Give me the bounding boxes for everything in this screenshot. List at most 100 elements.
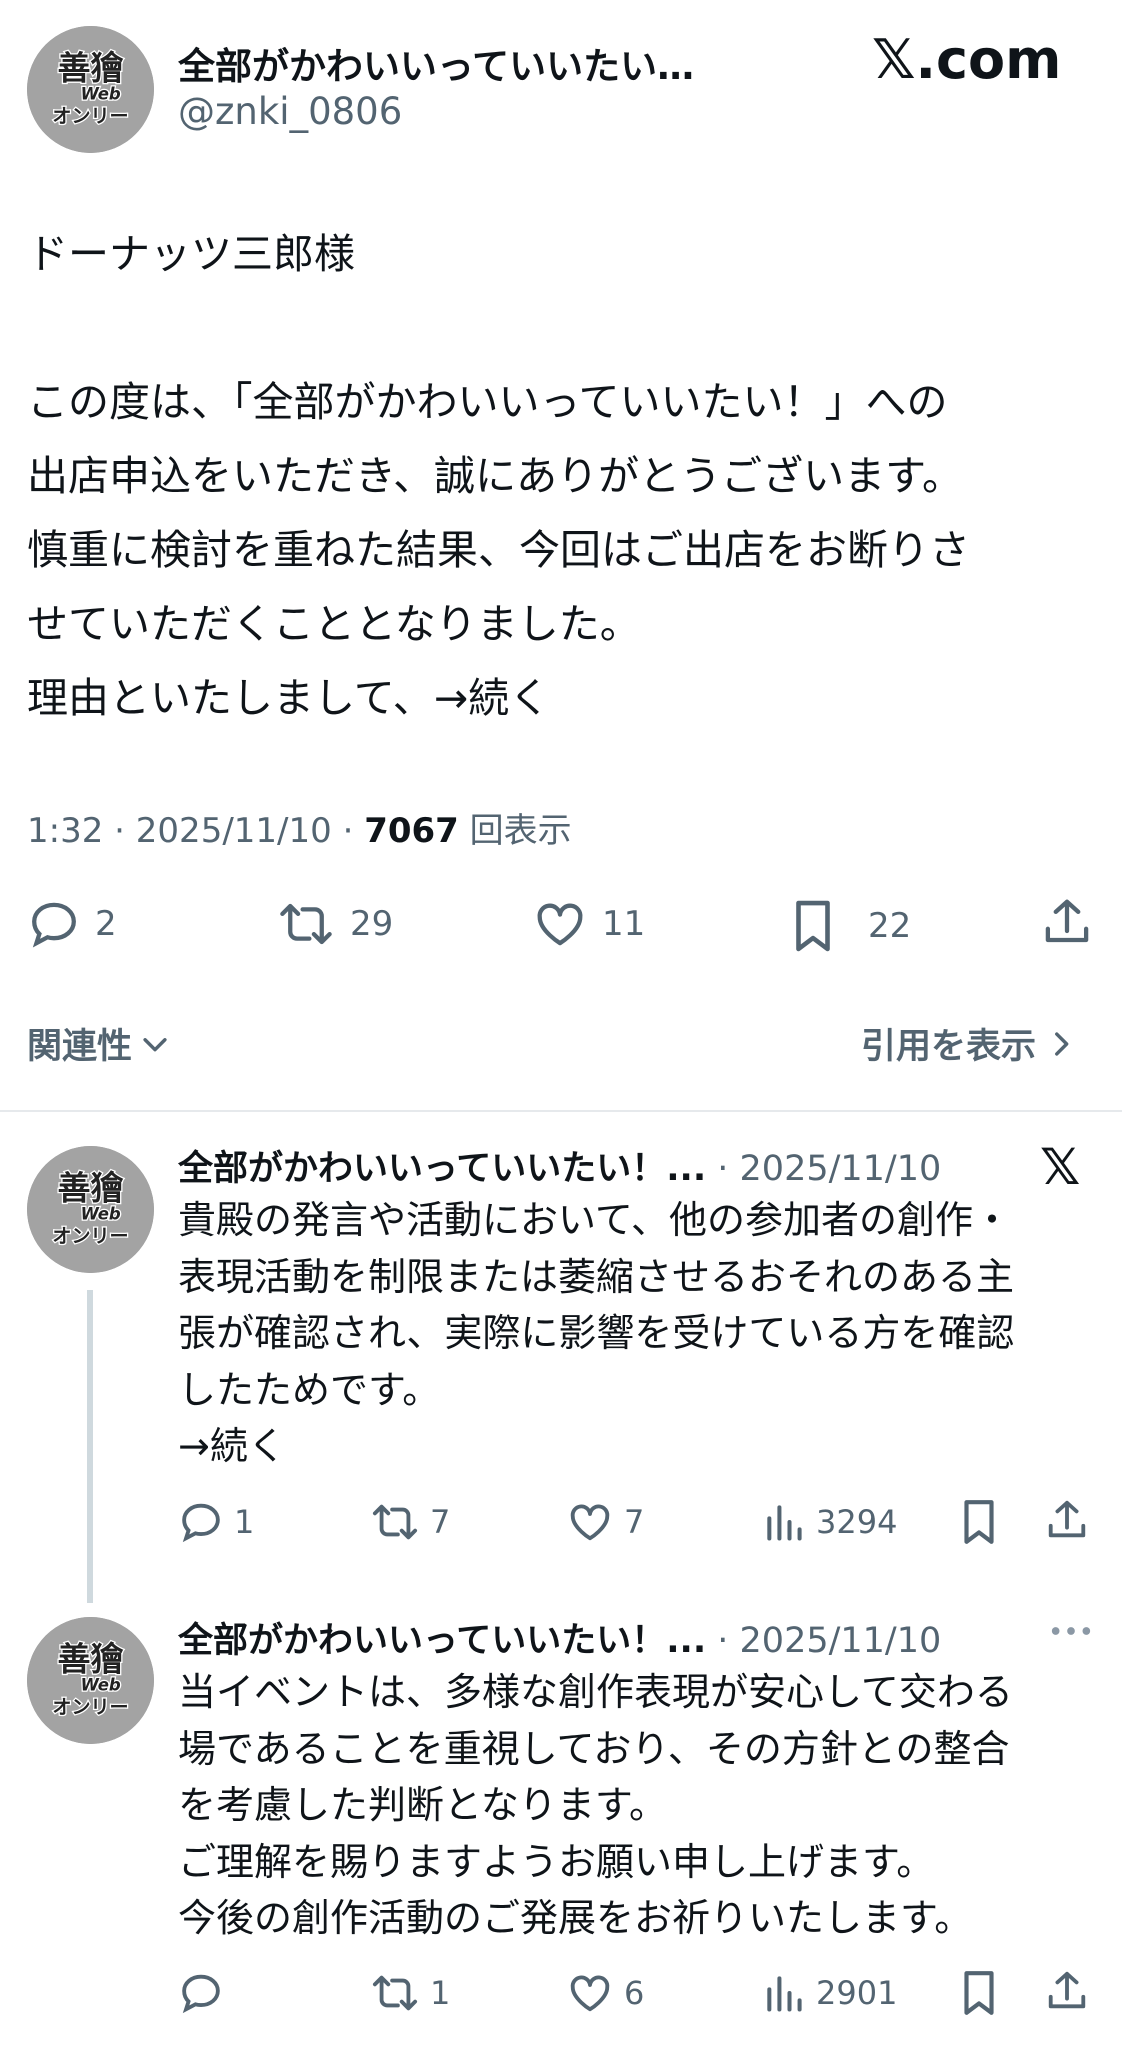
share-button[interactable] <box>1044 1966 1090 2016</box>
like-count: 6 <box>624 1974 645 2012</box>
avatar[interactable]: 善獪 Web オンリー <box>27 26 154 153</box>
x-logo-icon: 𝕏.com <box>872 28 1062 91</box>
share-icon <box>1048 1500 1086 1538</box>
reply-date[interactable]: · 2025/11/10 <box>717 1149 941 1189</box>
repost-button[interactable]: 29 <box>276 897 393 951</box>
body-line: を考慮した判断となります。 <box>178 1783 668 1827</box>
bookmark-button[interactable]: 22 <box>788 897 911 955</box>
reply-button[interactable]: 2 <box>27 897 117 951</box>
reply-avatar[interactable]: 善獪 Web オンリー <box>27 1146 154 1273</box>
reply-icon <box>32 902 76 948</box>
svg-text:Web: Web <box>81 85 121 104</box>
like-icon <box>570 1975 610 2012</box>
tweet-time[interactable]: 1:32 <box>27 811 103 851</box>
avatar-logo-text: 善獪 <box>57 48 123 87</box>
tweet-meta: 1:32 · 2025/11/10 · 7067 回表示 <box>27 811 572 851</box>
views-icon <box>767 1505 802 1541</box>
handle[interactable]: @znki_0806 <box>178 90 402 133</box>
body-line: 場であることを重視しており、その方針との整合 <box>178 1726 1010 1771</box>
reply-body: 当イベントは、多様な創作表現が安心して交わる 場であることを重視しており、その方… <box>178 1664 1098 1947</box>
reply-count: 2 <box>95 904 117 944</box>
chevron-right-icon <box>1055 1031 1069 1056</box>
body-line: したためです。 <box>178 1367 441 1412</box>
like-button[interactable]: 7 <box>566 1499 644 1545</box>
view-count: 2901 <box>816 1974 898 2012</box>
reply-icon <box>182 1503 220 1543</box>
body-line: せていただくこととなりました。 <box>27 600 641 648</box>
body-line: この度は、「全部がかわいいっていいたい！」への <box>27 378 948 426</box>
reply-display-name[interactable]: 全部がかわいいっていいたい！... <box>178 1621 706 1661</box>
body-line: 慎重に検討を重ねた結果、今回はご出店をお断りさ <box>27 526 970 574</box>
body-line: 理由といたしまして、→続く <box>27 674 551 722</box>
views-button[interactable]: 2901 <box>762 1970 897 2016</box>
share-button[interactable] <box>1044 1495 1090 1545</box>
body-line: 張が確認され、実際に影響を受けている方を確認 <box>178 1311 1015 1355</box>
body-line: 今後の創作活動のご発展をお祈りいたします。 <box>178 1896 973 1940</box>
share-icon <box>1045 899 1089 943</box>
like-count: 11 <box>602 904 646 944</box>
like-count: 7 <box>624 1503 645 1541</box>
reply-header: 全部がかわいいっていいたい！... · 2025/11/10 <box>178 1140 941 1191</box>
body-line: 出店申込をいただき、誠にありがとうございます。 <box>27 452 964 500</box>
view-quotes-link[interactable]: 引用を表示 <box>861 1018 1078 1069</box>
body-line: 貴殿の発言や活動において、他の参加者の創作・ <box>178 1198 1011 1242</box>
reply-date[interactable]: · 2025/11/10 <box>717 1621 941 1661</box>
sort-replies-button[interactable]: 関連性 <box>27 1018 172 1069</box>
body-line: 当イベントは、多様な創作表現が安心して交わる <box>178 1670 1013 1714</box>
thread-connector <box>87 1290 93 1603</box>
repost-button[interactable]: 7 <box>370 1499 450 1545</box>
view-count: 7067 <box>364 811 459 851</box>
sort-label: 関連性 <box>27 1027 133 1067</box>
like-button[interactable]: 6 <box>566 1970 644 2016</box>
tweet-body: ドーナッツ三郎様 この度は、「全部がかわいいっていいたい！」への 出店申込をいた… <box>27 217 1107 735</box>
tweet-date[interactable]: 2025/11/10 <box>136 811 332 851</box>
svg-text:オンリー: オンリー <box>52 106 128 128</box>
reply-button[interactable] <box>178 1970 234 2016</box>
reply-display-name[interactable]: 全部がかわいいっていいたい！... <box>178 1149 706 1189</box>
like-button[interactable]: 11 <box>532 897 645 951</box>
chevron-down-icon <box>143 1037 167 1051</box>
like-icon <box>570 1504 610 1541</box>
share-icon <box>1048 1971 1086 2009</box>
views-button[interactable]: 3294 <box>762 1499 897 1545</box>
svg-text:オンリー: オンリー <box>52 1226 128 1248</box>
svg-text:オンリー: オンリー <box>52 1697 128 1719</box>
svg-text:善獪: 善獪 <box>57 1168 123 1207</box>
divider <box>0 1110 1122 1112</box>
svg-text:Web: Web <box>81 1205 121 1224</box>
body-line: ご理解を賜りますようお願い申し上げます。 <box>178 1839 935 1884</box>
more-icon[interactable] <box>1048 1616 1094 1650</box>
svg-text:Web: Web <box>81 1676 121 1695</box>
view-count-suffix: 回表示 <box>469 811 572 851</box>
repost-icon <box>372 1504 418 1540</box>
body-line: ドーナッツ三郎様 <box>27 230 355 278</box>
bookmark-icon <box>964 1971 994 2015</box>
bookmark-button[interactable] <box>958 1968 1000 2018</box>
reply-icon <box>182 1974 220 2014</box>
like-icon <box>537 903 583 946</box>
reply-avatar[interactable]: 善獪 Web オンリー <box>27 1617 154 1744</box>
view-count: 3294 <box>816 1503 898 1541</box>
bookmark-icon <box>796 900 830 952</box>
reply-header: 全部がかわいいっていいたい！... · 2025/11/10 <box>178 1612 941 1663</box>
bookmark-icon <box>964 1500 994 1544</box>
repost-icon <box>280 903 332 945</box>
repost-count: 29 <box>350 904 394 944</box>
reply-body: 貴殿の発言や活動において、他の参加者の創作・ 表現活動を制限または萎縮させるおそ… <box>178 1192 1098 1475</box>
repost-count: 7 <box>430 1503 451 1541</box>
body-line <box>27 291 1107 365</box>
display-name[interactable]: 全部がかわいいっていいたい… <box>178 36 694 90</box>
repost-button[interactable]: 1 <box>370 1970 450 2016</box>
share-button[interactable] <box>1040 894 1094 950</box>
views-icon <box>767 1976 802 2012</box>
x-logo-icon: 𝕏 <box>1040 1138 1081 1196</box>
reply-count: 1 <box>234 1503 255 1541</box>
bookmark-count: 22 <box>868 906 912 946</box>
svg-text:善獪: 善獪 <box>57 1639 123 1678</box>
bookmark-button[interactable] <box>958 1497 1000 1547</box>
reply-button[interactable]: 1 <box>178 1499 254 1545</box>
quotes-label: 引用を表示 <box>861 1027 1037 1067</box>
repost-icon <box>372 1975 418 2011</box>
repost-count: 1 <box>430 1974 451 2012</box>
body-line: 表現活動を制限または萎縮させるおそれのある主 <box>178 1254 1015 1299</box>
